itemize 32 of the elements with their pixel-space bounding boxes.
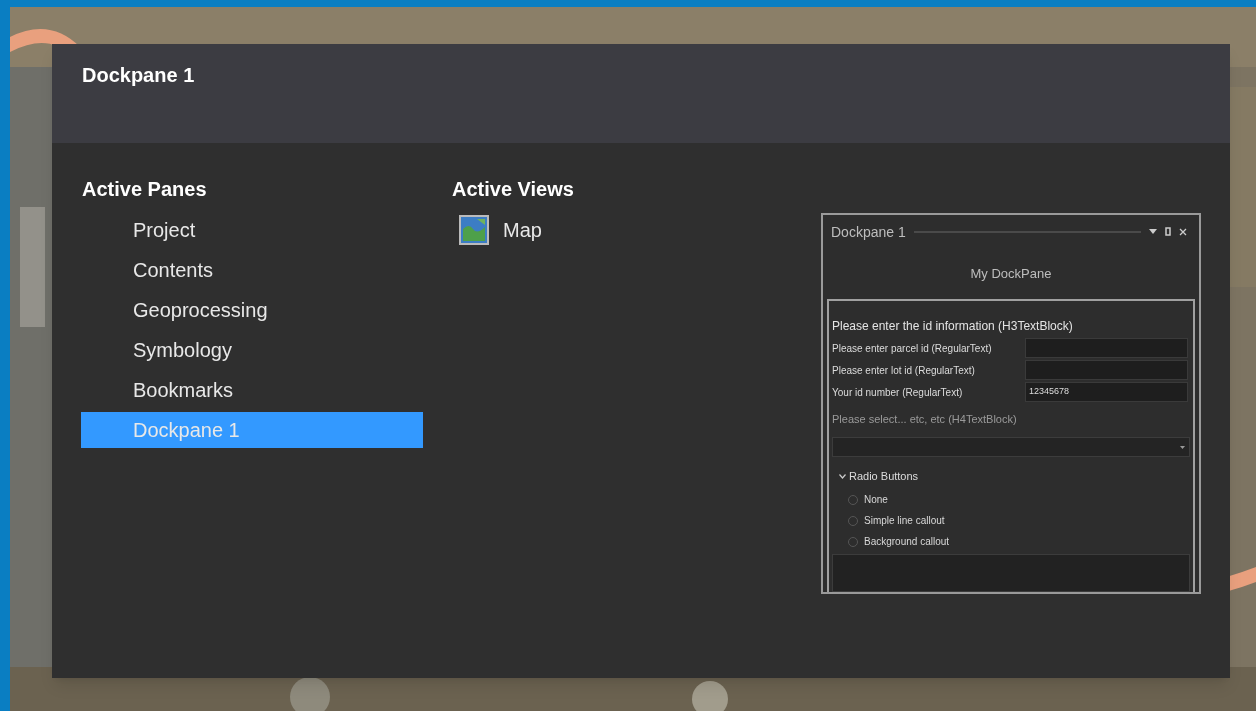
text-area[interactable] — [832, 554, 1190, 592]
pane-item[interactable]: Symbology — [81, 332, 423, 368]
input-field[interactable]: 12345678 — [1025, 382, 1188, 402]
input-field[interactable] — [1025, 338, 1188, 358]
map-icon — [459, 215, 489, 245]
pane-item[interactable]: Project — [81, 212, 423, 248]
dropdown-field[interactable] — [832, 437, 1190, 457]
section-heading: Active Views — [452, 177, 575, 202]
preview-heading: My DockPane — [970, 265, 1052, 284]
preview-title: Dockpane 1 — [831, 222, 906, 242]
pin-icon — [1165, 227, 1171, 237]
input-field[interactable] — [1025, 360, 1188, 380]
pane-item[interactable]: Geoprocessing — [81, 292, 423, 328]
group-label: Radio Buttons — [849, 468, 919, 484]
hint-text: Please select... etc, etc (H4TextBlock) — [832, 412, 1018, 427]
field-label: Please enter parcel id (RegularText) — [832, 341, 993, 356]
view-item[interactable]: Map — [452, 212, 821, 248]
pane-item[interactable]: Bookmarks — [81, 372, 423, 408]
view-label: Map — [503, 218, 542, 243]
dialog-title: Dockpane 1 — [82, 64, 195, 86]
section-heading: Active Panes — [82, 177, 208, 202]
field-label: Please enter lot id (RegularText) — [832, 363, 976, 378]
pane-item[interactable]: Contents — [81, 252, 423, 288]
radio-label: None — [864, 493, 888, 507]
caret-icon — [1180, 445, 1185, 449]
chevron-icon[interactable] — [839, 473, 846, 479]
dropdown-icon — [1149, 229, 1157, 235]
form-section-title: Please enter the id information (H3TextBlock) — [832, 318, 1074, 335]
radio-label: Background callout — [864, 535, 950, 549]
field-label: Your id number (RegularText) — [832, 385, 964, 400]
close-icon — [1179, 228, 1187, 236]
radio-label: Simple line callout — [864, 514, 945, 528]
